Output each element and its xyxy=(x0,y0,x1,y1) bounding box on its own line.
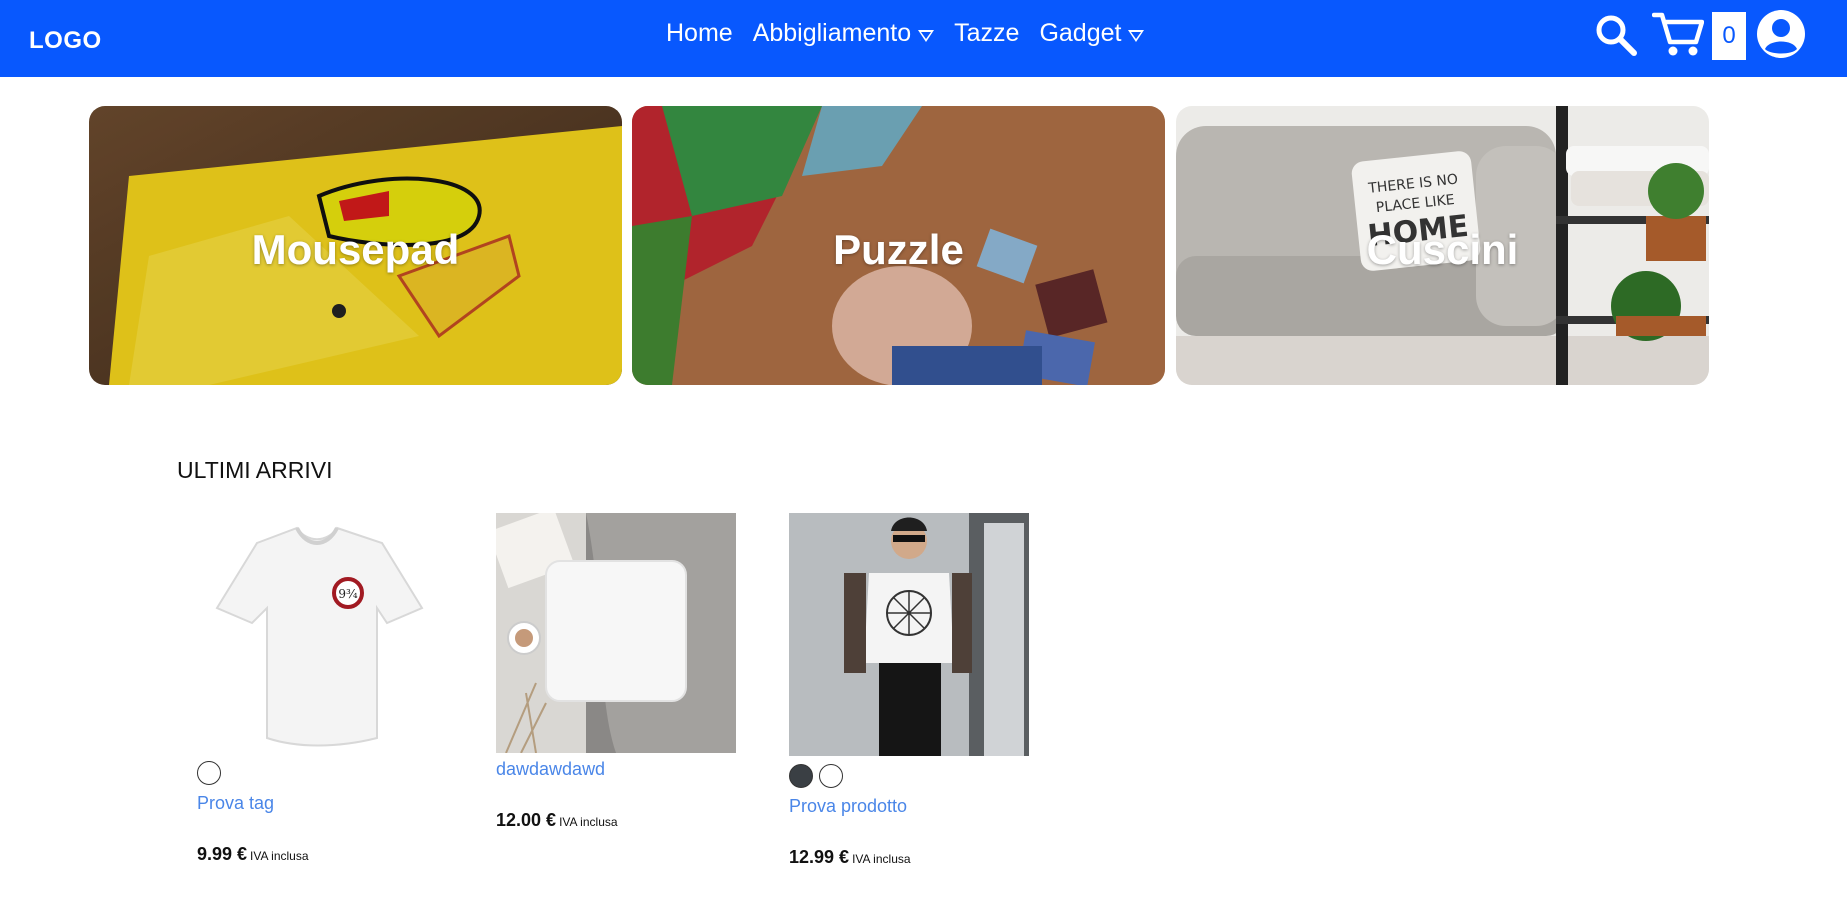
nav-item-label: Gadget xyxy=(1039,19,1122,47)
product-price: 12.00 € IVA inclusa xyxy=(496,810,736,831)
category-label: Cuscini xyxy=(1366,226,1519,273)
chevron-down-icon xyxy=(918,29,935,42)
category-card-mousepad[interactable]: Mousepad xyxy=(89,106,622,385)
product-card: Prova prodotto 12.99 € IVA inclusa xyxy=(789,513,1029,868)
cart-count-badge[interactable]: 0 xyxy=(1712,12,1746,60)
main-nav: Home Abbigliamento Tazze Gadget xyxy=(666,19,1164,48)
nav-item-tazze[interactable]: Tazze xyxy=(954,19,1019,48)
nav-item-label: Home xyxy=(666,19,733,47)
product-name-link[interactable]: Prova tag xyxy=(197,793,437,814)
swatch-dark-gray[interactable] xyxy=(789,764,813,788)
category-label: Mousepad xyxy=(251,226,460,273)
cart-icon[interactable] xyxy=(1652,10,1704,58)
top-navbar: LOGO Home Abbigliamento Tazze Gadget 0 xyxy=(0,0,1847,77)
price-value: 9.99 € xyxy=(197,844,248,864)
logo[interactable]: LOGO xyxy=(29,27,102,55)
product-name-link[interactable]: dawdawdawd xyxy=(496,759,736,780)
search-icon[interactable] xyxy=(1594,13,1638,57)
nav-item-home[interactable]: Home xyxy=(666,19,733,48)
color-swatches xyxy=(197,761,437,785)
category-card-cuscini[interactable]: THERE IS NO PLACE LIKE HOME Cuscini xyxy=(1176,106,1709,385)
color-swatches xyxy=(789,764,1029,788)
svg-text:9¾: 9¾ xyxy=(338,587,358,601)
chevron-down-icon xyxy=(1128,29,1145,42)
product-price: 12.99 € IVA inclusa xyxy=(789,847,1029,868)
product-card: dawdawdawd 12.00 € IVA inclusa xyxy=(496,513,736,831)
section-title: ULTIMI ARRIVI xyxy=(177,457,333,483)
model-tshirt-image xyxy=(789,513,1029,756)
nav-item-label: Abbigliamento xyxy=(752,19,912,47)
nav-item-gadget[interactable]: Gadget xyxy=(1039,19,1145,48)
nav-item-abbigliamento[interactable]: Abbigliamento xyxy=(752,19,935,48)
category-label: Puzzle xyxy=(833,226,964,273)
vat-note: IVA inclusa xyxy=(250,849,309,863)
tshirt-image: 9¾ xyxy=(197,513,437,753)
vat-note: IVA inclusa xyxy=(852,852,911,866)
product-image[interactable]: 9¾ xyxy=(197,513,437,753)
swatch-white[interactable] xyxy=(819,764,843,788)
user-icon[interactable] xyxy=(1756,9,1806,59)
product-name-link[interactable]: Prova prodotto xyxy=(789,796,1029,817)
category-card-puzzle[interactable]: Puzzle xyxy=(632,106,1165,385)
price-value: 12.00 € xyxy=(496,810,557,830)
swatch-white[interactable] xyxy=(197,761,221,785)
product-image[interactable] xyxy=(789,513,1029,756)
pillow-image xyxy=(496,513,736,753)
product-card: 9¾ Prova tag 9.99 € IVA inclusa xyxy=(197,513,437,865)
nav-item-label: Tazze xyxy=(954,19,1020,47)
product-price: 9.99 € IVA inclusa xyxy=(197,844,437,865)
vat-note: IVA inclusa xyxy=(559,815,618,829)
price-value: 12.99 € xyxy=(789,847,850,867)
product-image[interactable] xyxy=(496,513,736,753)
